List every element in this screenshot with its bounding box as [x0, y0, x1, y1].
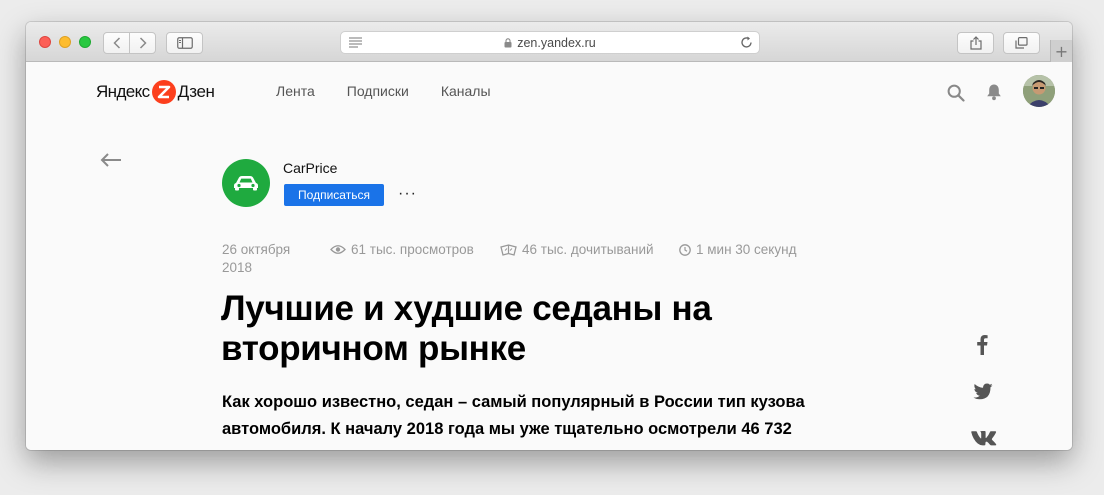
reload-icon[interactable] [740, 36, 753, 49]
publish-date-text: 26 октября 2018 [222, 242, 291, 275]
views-text: 61 тыс. просмотров [351, 242, 474, 257]
chevron-left-icon [113, 37, 120, 49]
subscribe-button[interactable]: Подписаться [284, 184, 384, 206]
lock-icon [504, 37, 512, 47]
zen-logo-icon [151, 80, 176, 104]
browser-window: zen.yandex.ru + Яндекс Дзен Лента Подпис… [26, 22, 1072, 450]
channel-name[interactable]: CarPrice [283, 160, 337, 176]
read-time-text: 1 мин 30 секунд [696, 242, 797, 257]
web-page: Яндекс Дзен Лента Подписки Каналы CarPri… [26, 63, 1072, 450]
logo-text-zen: Дзен [177, 82, 215, 101]
sidebar-toggle-button[interactable] [166, 32, 203, 54]
views-count: 61 тыс. просмотров [330, 241, 474, 259]
minimize-window-button[interactable] [59, 36, 71, 48]
nav-item-subscriptions[interactable]: Подписки [347, 83, 409, 99]
reads-count: 46 тыс. дочитываний [500, 241, 654, 259]
arrow-left-icon[interactable] [100, 153, 122, 167]
car-icon [234, 176, 258, 191]
share-button[interactable] [957, 32, 994, 54]
browser-back-button[interactable] [104, 33, 129, 53]
article-title: Лучшие и худшие седаны на вторичном рынк… [221, 289, 712, 368]
article-lead: Как хорошо известно, седан – самый попул… [222, 393, 805, 450]
sidebar-icon [176, 37, 193, 49]
browser-toolbar: zen.yandex.ru + [26, 22, 1072, 62]
browser-forward-button[interactable] [129, 33, 155, 53]
reader-view-icon[interactable] [349, 37, 362, 48]
search-icon[interactable] [947, 84, 965, 102]
main-nav: Лента Подписки Каналы [276, 83, 523, 99]
show-tabs-button[interactable] [1003, 32, 1040, 54]
publish-date: 26 октября 2018 [222, 241, 312, 277]
address-bar[interactable]: zen.yandex.ru [340, 31, 760, 54]
read-time: 1 мин 30 секунд [679, 241, 796, 259]
clock-icon [679, 244, 691, 256]
more-options-button[interactable]: ··· [398, 185, 417, 203]
bell-icon[interactable] [986, 83, 1002, 101]
url-text: zen.yandex.ru [517, 35, 596, 50]
facebook-icon[interactable] [976, 333, 988, 355]
close-window-button[interactable] [39, 36, 51, 48]
tabs-overview-icon [1015, 37, 1028, 49]
logo-text-yandex: Яндекс [96, 82, 150, 101]
user-avatar[interactable] [1023, 75, 1055, 107]
open-book-icon [500, 244, 517, 256]
reads-text: 46 тыс. дочитываний [522, 242, 654, 257]
channel-logo[interactable] [222, 159, 270, 207]
twitter-icon[interactable] [973, 383, 993, 400]
history-nav-group [103, 32, 156, 54]
eye-icon [330, 245, 346, 254]
new-tab-button[interactable]: + [1050, 40, 1072, 62]
yandex-zen-logo[interactable]: Яндекс Дзен [96, 80, 215, 104]
chevron-right-icon [139, 37, 147, 49]
nav-item-channels[interactable]: Каналы [441, 83, 491, 99]
zoom-window-button[interactable] [79, 36, 91, 48]
vk-icon[interactable] [971, 430, 997, 446]
share-icon [969, 36, 982, 50]
nav-item-feed[interactable]: Лента [276, 83, 315, 99]
